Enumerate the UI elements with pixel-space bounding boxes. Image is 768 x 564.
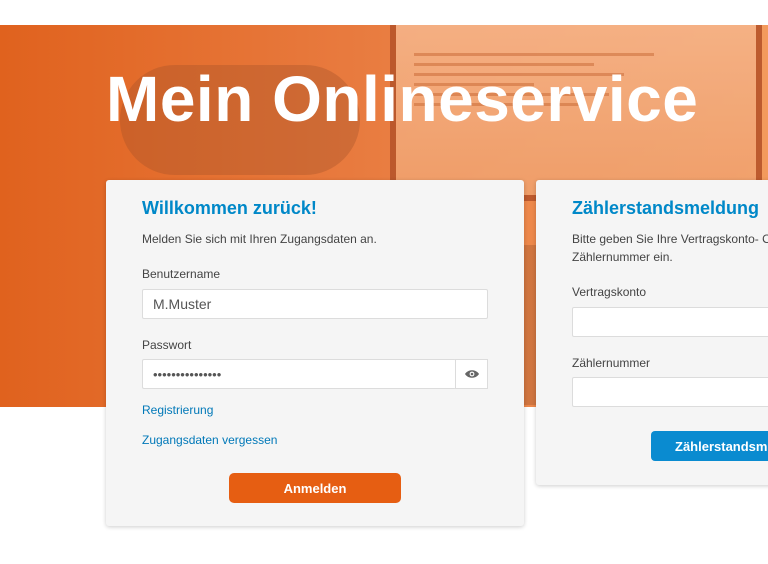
page-title: Mein Onlineservice [106,63,699,135]
password-input[interactable] [142,359,456,389]
password-label: Passwort [142,338,192,352]
meter-intro-line1: Bitte geben Sie Ihre Vertragskonto- O [572,232,768,246]
login-heading: Willkommen zurück! [142,198,317,218]
meter-number-label: Zählernummer [572,356,651,370]
meter-intro: Bitte geben Sie Ihre Vertragskonto- O Zä… [572,230,768,266]
password-field [142,359,488,389]
show-password-button[interactable] [455,359,488,389]
page: Mein Onlineservice Willkommen zurück! Me… [0,0,768,564]
forgot-credentials-link[interactable]: Zugangsdaten vergessen [142,433,277,447]
eye-icon [464,370,479,378]
meter-intro-line2: Zählernummer ein. [572,250,673,264]
meter-heading: Zählerstandsmeldung [572,198,760,218]
meter-reading-card: Zählerstandsmeldung Bitte geben Sie Ihre… [536,180,768,485]
username-input[interactable] [142,289,488,319]
login-card: Willkommen zurück! Melden Sie sich mit I… [106,180,524,526]
login-button[interactable]: Anmelden [229,473,401,503]
contract-account-label: Vertragskonto [572,285,647,299]
meter-reading-submit-button[interactable]: Zählerstandsmeldung [651,431,768,461]
meter-number-input[interactable] [572,377,768,407]
username-label: Benutzername [142,267,221,281]
contract-account-input[interactable] [572,307,768,337]
login-intro: Melden Sie sich mit Ihren Zugangsdaten a… [142,232,377,246]
register-link[interactable]: Registrierung [142,403,213,417]
